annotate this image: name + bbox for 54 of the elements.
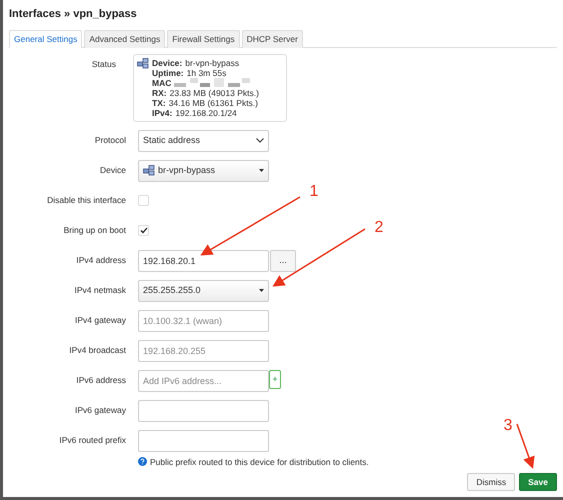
text-field[interactable]: [138, 400, 269, 422]
annotation-number: 3: [504, 417, 512, 434]
help-icon: [138, 457, 147, 466]
status-key: RX:: [152, 88, 167, 98]
checkbox[interactable]: [138, 225, 149, 236]
tab[interactable]: General Settings: [9, 30, 82, 48]
more-button[interactable]: ...: [270, 250, 296, 272]
network-icon: [137, 58, 149, 68]
netmask-select[interactable]: 255.255.255.0: [138, 280, 269, 302]
field-label: IPv4 address: [75, 254, 126, 268]
device-select[interactable]: br-vpn-bypass: [138, 160, 269, 182]
page-title: Interfaces » vpn_bypass: [9, 7, 138, 22]
status-value: 34.16 MB (61361 Pkts.): [168, 98, 258, 108]
checkbox[interactable]: [138, 195, 149, 206]
caret-icon: [259, 289, 264, 292]
caret-icon: [259, 169, 264, 172]
help-text: Public prefix routed to this device for distribution to clients.: [150, 456, 369, 468]
text-field[interactable]: 192.168.20.255: [138, 340, 269, 362]
add-button[interactable]: +: [269, 370, 281, 388]
field-label: IPv4 netmask: [74, 284, 126, 298]
tab[interactable]: Advanced Settings: [84, 30, 166, 48]
annotation-number: 2: [374, 219, 384, 236]
field-label: Device: [99, 164, 126, 178]
status-key: Device:: [152, 58, 182, 68]
network-icon: [143, 165, 155, 176]
text-field[interactable]: [138, 430, 269, 452]
tab[interactable]: Firewall Settings: [167, 30, 240, 48]
ipv6-address-field[interactable]: Add IPv6 address...: [138, 370, 269, 392]
protocol-select[interactable]: Static address: [138, 130, 269, 152]
save-button[interactable]: Save: [519, 473, 557, 491]
status-value: 192.168.20.1/24: [175, 108, 237, 118]
field-label: IPv6 routed prefix: [58, 434, 126, 448]
status-value: 23.83 MB (49013 Pkts.): [170, 88, 259, 98]
status-key: MAC: [152, 78, 172, 88]
text-field[interactable]: 10.100.32.1 (wwan): [138, 310, 269, 332]
tab[interactable]: DHCP Server: [242, 30, 303, 48]
field-label: IPv6 address: [75, 374, 126, 388]
annotation-arrow: [516, 424, 535, 469]
field-label: Protocol: [94, 134, 126, 148]
status-key: Uptime:: [152, 68, 184, 78]
ipv4-address-field[interactable]: 192.168.20.1: [138, 250, 269, 272]
dismiss-button[interactable]: Dismiss: [467, 473, 516, 491]
chevron-icon: [256, 138, 264, 143]
field-label: Disable this interface: [46, 194, 126, 208]
field-label: IPv4 gateway: [74, 314, 126, 328]
field-label: IPv6 gateway: [74, 404, 126, 418]
field-label: Status: [90, 58, 117, 70]
field-label: Bring up on boot: [62, 224, 126, 238]
status-key: IPv4:: [152, 108, 172, 118]
annotation-number: 1: [310, 183, 318, 200]
status-value: br-vpn-bypass: [185, 58, 240, 68]
field-label: IPv4 broadcast: [68, 344, 126, 358]
status-key: TX:: [152, 98, 166, 108]
status-value: 1h 3m 55s: [186, 68, 226, 78]
